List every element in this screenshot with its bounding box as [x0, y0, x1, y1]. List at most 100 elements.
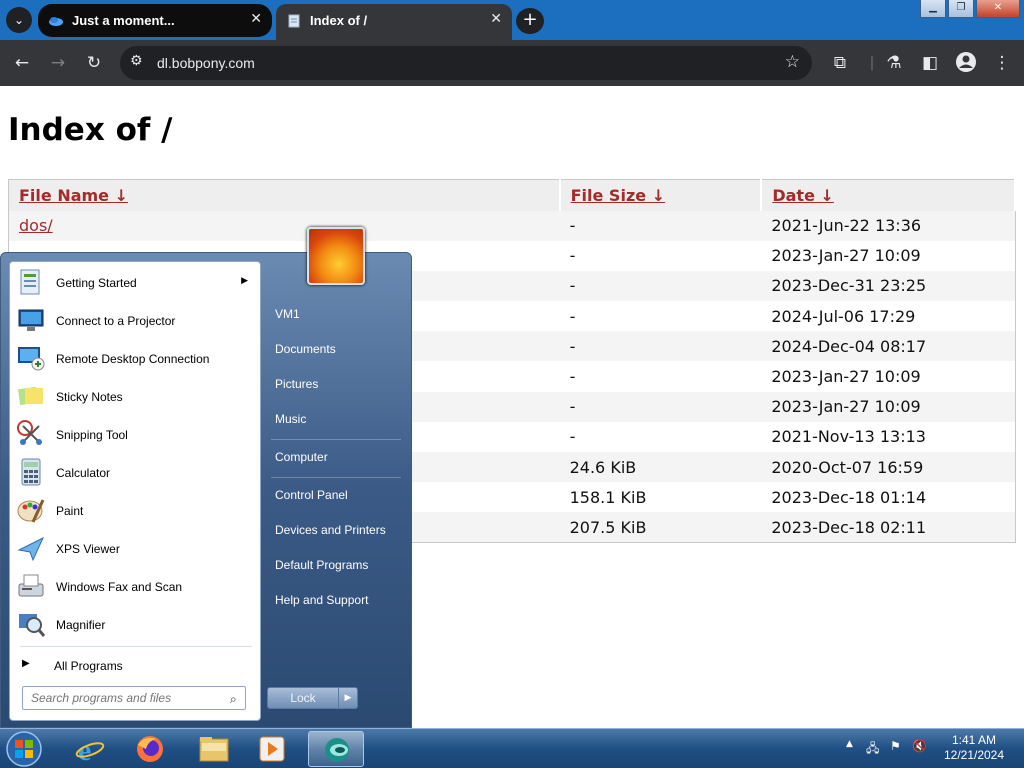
magnifier-icon: [19, 614, 46, 637]
side-panel-icon[interactable]: ◧: [918, 51, 942, 75]
file-size-cell: -: [559, 421, 762, 452]
file-size-cell: -: [559, 361, 762, 392]
header-file-size[interactable]: File Size ↓: [559, 179, 763, 211]
system-clock[interactable]: 1:41 AM 12/21/2024: [938, 733, 1010, 763]
program-connect-projector[interactable]: Connect to a Projector: [14, 302, 258, 338]
file-size-cell: -: [559, 331, 762, 362]
minimize-button[interactable]: ▁: [920, 0, 946, 18]
taskbar: e ▲ 🖧 ⚑ 🔇 1:41 AM 12/21/2024: [0, 728, 1024, 768]
taskbar-firefox[interactable]: [122, 731, 178, 767]
date-cell: 2024-Jul-06 17:29: [761, 301, 1015, 332]
toolbar-divider: |: [869, 55, 875, 71]
file-name-cell[interactable]: dos/: [8, 210, 560, 241]
paint-icon: [17, 499, 45, 523]
header-date[interactable]: Date ↓: [761, 179, 1016, 211]
clock-time: 1:41 AM: [951, 733, 997, 747]
tab-close-icon[interactable]: ✕: [250, 11, 262, 27]
labs-flask-icon[interactable]: ⚗: [882, 51, 906, 75]
close-window-button[interactable]: ✕: [976, 0, 1020, 18]
file-size-cell: -: [559, 240, 762, 271]
date-cell: 2023-Jan-27 10:09: [761, 361, 1015, 392]
reload-icon[interactable]: ↻: [82, 51, 106, 75]
program-magnifier[interactable]: Magnifier: [14, 606, 258, 642]
program-paint[interactable]: Paint: [14, 492, 258, 528]
start-orb-icon[interactable]: [4, 730, 44, 768]
start-search-input[interactable]: [22, 686, 246, 710]
tab-index-of[interactable]: Index of / ✕: [276, 4, 512, 40]
start-link-music[interactable]: Music: [275, 412, 306, 426]
taskbar-file-explorer[interactable]: [186, 731, 242, 767]
tab-title: Just a moment...: [72, 13, 175, 28]
internet-explorer-icon: e: [75, 734, 105, 767]
user-picture-avatar[interactable]: [307, 227, 365, 285]
file-size-cell: 158.1 KiB: [559, 482, 762, 513]
forward-arrow-icon[interactable]: →: [46, 51, 70, 75]
tab-search-button[interactable]: ⌄: [6, 7, 32, 33]
restore-button[interactable]: ❐: [948, 0, 974, 18]
extensions-icon[interactable]: ⧉: [828, 51, 852, 75]
header-file-name[interactable]: File Name ↓: [8, 179, 561, 211]
taskbar-media-player[interactable]: [244, 731, 300, 767]
network-icon[interactable]: 🖧: [866, 739, 879, 760]
file-size-cell: 24.6 KiB: [559, 452, 762, 483]
menu-kebab-icon[interactable]: ⋮: [990, 51, 1014, 75]
start-link-default-programs[interactable]: Default Programs: [275, 558, 368, 572]
program-getting-started[interactable]: Getting Started ▶: [14, 264, 258, 300]
search-icon[interactable]: ⌕: [230, 692, 237, 707]
taskbar-chrome-active[interactable]: [308, 731, 364, 767]
start-right-divider: [271, 439, 401, 440]
shutdown-options-arrow-icon[interactable]: ▶: [338, 687, 358, 709]
address-bar[interactable]: ⚙ dl.bobpony.com ☆: [120, 46, 812, 80]
start-link-control-panel[interactable]: Control Panel: [275, 488, 348, 502]
file-size-cell: -: [559, 301, 762, 332]
projector-icon: [18, 309, 44, 331]
start-right-divider: [271, 477, 401, 478]
start-link-pictures[interactable]: Pictures: [275, 377, 318, 391]
tab-title: Index of /: [310, 13, 368, 28]
program-sticky-notes[interactable]: Sticky Notes: [14, 378, 258, 414]
profile-avatar-icon[interactable]: [954, 51, 978, 75]
firefox-icon: [137, 736, 163, 762]
show-hidden-icons-arrow-icon[interactable]: ▲: [846, 739, 853, 749]
start-menu: Getting Started ▶ Connect to a Projector…: [0, 227, 412, 728]
browser-app-icon: [325, 738, 349, 762]
site-info-icon[interactable]: ⚙: [130, 53, 143, 69]
date-cell: 2021-Nov-13 13:13: [761, 421, 1015, 452]
program-calculator[interactable]: Calculator: [14, 454, 258, 490]
media-player-icon: [259, 736, 285, 762]
bookmark-star-icon[interactable]: ☆: [785, 52, 800, 72]
start-link-help-support[interactable]: Help and Support: [275, 593, 368, 607]
date-cell: 2023-Jan-27 10:09: [761, 240, 1015, 271]
date-cell: 2024-Dec-04 08:17: [761, 331, 1015, 362]
calculator-icon: [21, 458, 41, 486]
program-snipping-tool[interactable]: Snipping Tool: [14, 416, 258, 452]
back-arrow-icon[interactable]: ←: [10, 51, 34, 75]
browser-tab-strip: ⌄ Just a moment... ✕ Index of / ✕ + ▁ ❐ …: [0, 0, 1024, 40]
lock-button[interactable]: Lock: [267, 687, 339, 709]
date-cell: 2023-Jan-27 10:09: [761, 391, 1015, 422]
document-favicon-icon: [288, 14, 300, 28]
program-xps-viewer[interactable]: XPS Viewer: [14, 530, 258, 566]
program-remote-desktop[interactable]: Remote Desktop Connection: [14, 340, 258, 376]
tab-just-a-moment[interactable]: Just a moment... ✕: [38, 4, 272, 37]
url-text[interactable]: dl.bobpony.com: [157, 55, 255, 71]
start-link-user[interactable]: VM1: [275, 307, 300, 321]
start-link-documents[interactable]: Documents: [275, 342, 336, 356]
xps-viewer-icon: [17, 536, 45, 562]
tab-close-icon[interactable]: ✕: [490, 11, 502, 27]
date-cell: 2023-Dec-18 01:14: [761, 482, 1015, 513]
new-tab-button[interactable]: +: [516, 8, 544, 34]
taskbar-internet-explorer[interactable]: e: [62, 731, 118, 767]
folder-icon: [199, 737, 229, 762]
program-fax-scan[interactable]: Windows Fax and Scan: [14, 568, 258, 604]
sticky-notes-icon: [17, 386, 43, 406]
volume-muted-icon[interactable]: 🔇: [912, 739, 927, 753]
start-link-computer[interactable]: Computer: [275, 450, 328, 464]
browser-toolbar: ← → ↻ ⚙ dl.bobpony.com ☆ ⧉ | ⚗ ◧ ⋮: [0, 40, 1024, 86]
table-header-row: File Name ↓ File Size ↓ Date ↓: [8, 179, 1016, 211]
getting-started-icon: [20, 269, 40, 295]
file-size-cell: 207.5 KiB: [559, 512, 762, 543]
start-link-devices-printers[interactable]: Devices and Printers: [275, 523, 386, 537]
action-center-flag-icon[interactable]: ⚑: [890, 739, 901, 753]
all-programs-button[interactable]: ▶ All Programs: [14, 650, 258, 680]
